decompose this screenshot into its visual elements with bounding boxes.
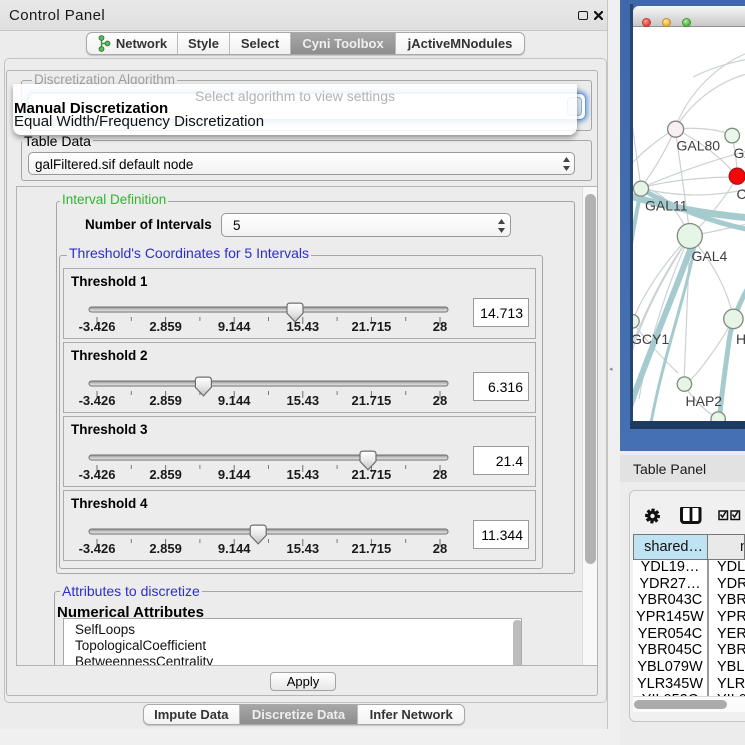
svg-text:GAL11: GAL11 — [645, 198, 688, 214]
svg-text:2.859: 2.859 — [149, 467, 182, 482]
svg-text:9.144: 9.144 — [218, 393, 251, 408]
svg-text:2.859: 2.859 — [149, 541, 182, 556]
svg-text:GAL4: GAL4 — [692, 248, 728, 264]
svg-text:-3.426: -3.426 — [79, 319, 116, 334]
svg-text:HAP2: HAP2 — [686, 393, 723, 409]
svg-text:2.859: 2.859 — [149, 393, 182, 408]
svg-text:21.715: 21.715 — [352, 541, 392, 556]
svg-text:21.715: 21.715 — [352, 467, 392, 482]
svg-text:15.43: 15.43 — [287, 319, 320, 334]
svg-text:21.715: 21.715 — [352, 319, 392, 334]
svg-text:GA: GA — [734, 145, 745, 161]
svg-text:21.715: 21.715 — [352, 393, 392, 408]
svg-text:28: 28 — [433, 541, 447, 556]
svg-text:15.43: 15.43 — [287, 467, 320, 482]
svg-text:H: H — [736, 331, 745, 347]
svg-text:-3.426: -3.426 — [79, 393, 116, 408]
svg-text:9.144: 9.144 — [218, 541, 251, 556]
svg-text:2.859: 2.859 — [149, 319, 182, 334]
svg-text:9.144: 9.144 — [218, 319, 251, 334]
svg-text:GCY1: GCY1 — [633, 331, 669, 347]
svg-text:-3.426: -3.426 — [79, 467, 116, 482]
svg-text:-3.426: -3.426 — [79, 541, 116, 556]
svg-text:15.43: 15.43 — [287, 393, 320, 408]
svg-text:28: 28 — [433, 467, 447, 482]
svg-text:15.43: 15.43 — [287, 541, 320, 556]
svg-text:28: 28 — [433, 393, 447, 408]
svg-text:CY: CY — [737, 186, 745, 202]
svg-text:9.144: 9.144 — [218, 467, 251, 482]
svg-text:GAL80: GAL80 — [677, 138, 721, 154]
svg-text:28: 28 — [433, 319, 447, 334]
